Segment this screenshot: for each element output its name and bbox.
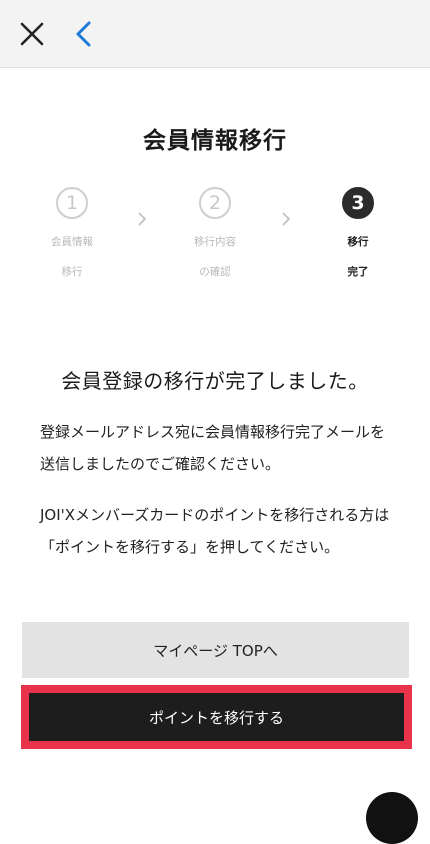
highlight-frame: ポイントを移行する [21,685,412,749]
completion-message: 会員登録の移行が完了しました。 [61,369,369,393]
chevron-right-icon [138,212,147,226]
step-label: 会員情報 移行 [51,236,93,278]
step-number: 2 [199,187,231,219]
step-number: 3 [342,187,374,219]
page-title: 会員情報移行 [143,128,287,154]
step-3: 3 移行 完了 [313,187,403,287]
chevron-left-icon[interactable] [72,20,96,48]
step-label: 移行内容 の確認 [194,236,236,278]
transfer-points-button[interactable]: ポイントを移行する [29,693,404,741]
chevron-right-icon [282,212,291,226]
mypage-top-button[interactable]: マイページ TOPへ [22,622,409,678]
step-2: 2 移行内容 の確認 [170,187,260,287]
email-notice-text: 登録メールアドレス宛に会員情報移行完了メールを送信しましたのでご確認ください。 [40,423,386,473]
step-label: 移行 完了 [347,236,369,278]
close-icon[interactable] [18,20,46,48]
top-navigation-bar [0,0,430,68]
step-number: 1 [56,187,88,219]
main-content: 会員情報移行 1 会員情報 移行 2 移行内容 の確認 3 移行 完了 会員登録… [0,69,430,844]
step-1: 1 会員情報 移行 [27,187,117,287]
points-transfer-notice-text: JOI'Xメンバーズカードのポイントを移行される方は「ポイントを移行する」を押し… [40,506,390,556]
